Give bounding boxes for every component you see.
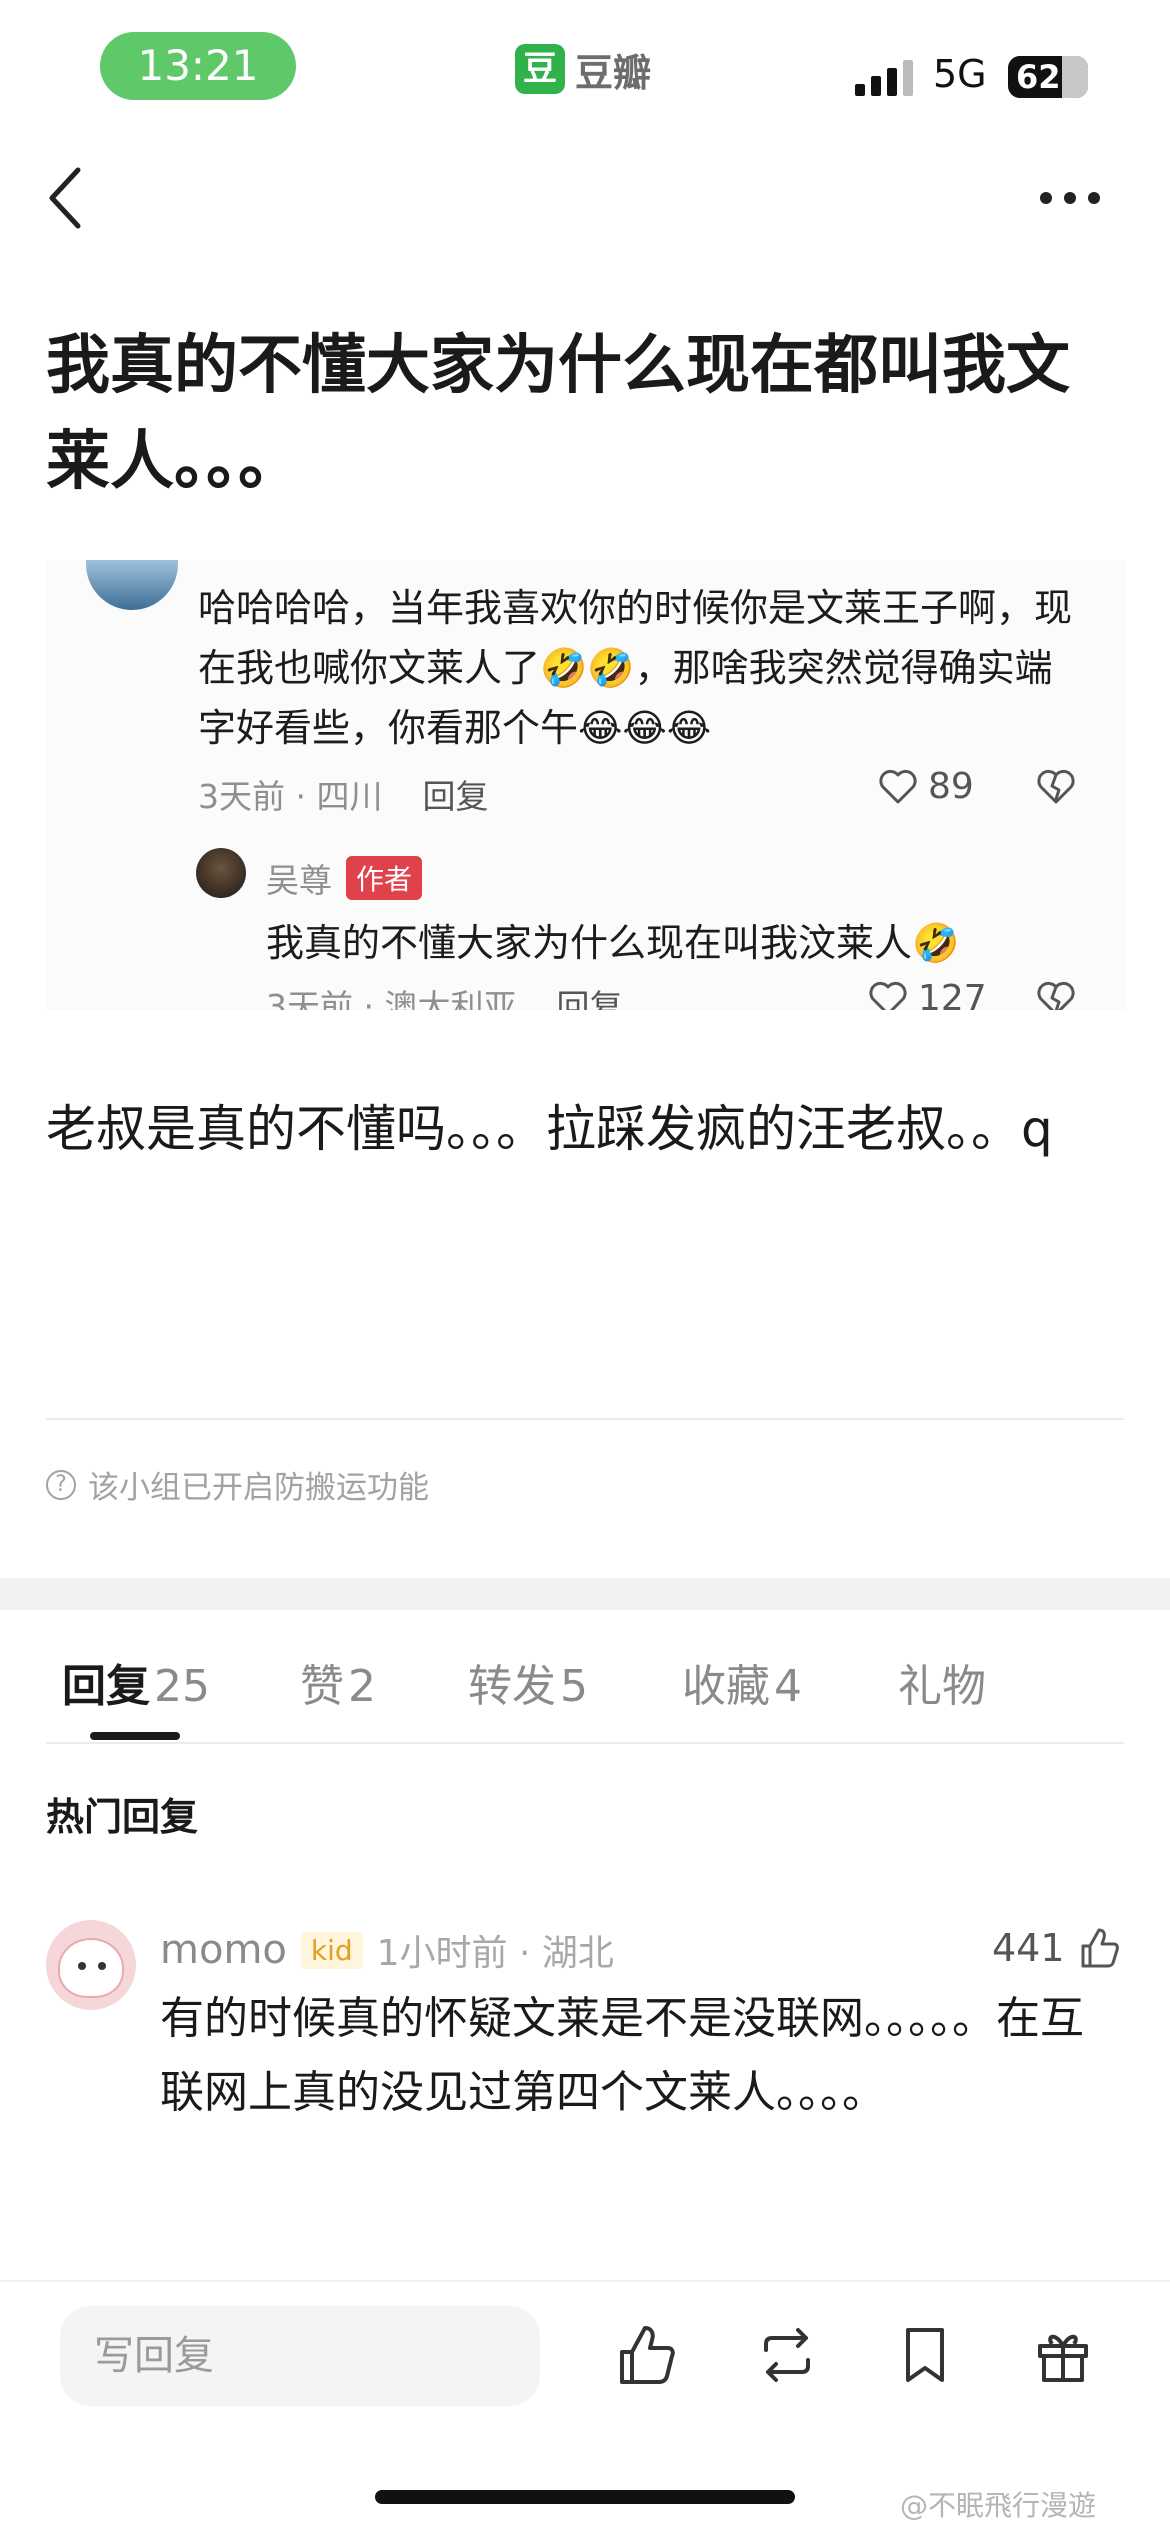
comment-item: momo kid 1小时前 · 湖北 441 有的时候真的怀疑文莱是不是没联网。…	[46, 1920, 1126, 2220]
section-separator	[0, 1578, 1170, 1610]
active-tab-indicator	[90, 1732, 180, 1740]
broken-heart-icon	[1037, 981, 1075, 1010]
embedded-reply-like-number: 127	[918, 978, 987, 1010]
battery-level: 62	[1016, 58, 1061, 96]
embedded-reply-like-count: 127	[868, 978, 987, 1010]
tab-count: 25	[154, 1661, 210, 1712]
post-title: 我真的不懂大家为什么现在都叫我文莱人。。。	[46, 329, 1070, 499]
anti-copy-text: 该小组已开启防搬运功能	[88, 1470, 429, 1506]
comment-like-button[interactable]: 441	[992, 1926, 1121, 1970]
gift-icon[interactable]	[1028, 2320, 1098, 2390]
tab-label: 回复	[62, 1661, 150, 1712]
tab-collections[interactable]: 收藏4	[682, 1650, 802, 1714]
anti-copy-notice: ? 该小组已开启防搬运功能	[46, 1462, 429, 1507]
back-button[interactable]	[40, 160, 100, 236]
hot-replies-heading: 热门回复	[46, 1795, 199, 1839]
embedded-reply-link: 回复	[556, 987, 623, 1010]
app-name: 豆瓣	[575, 50, 652, 95]
embedded-screenshot: 哈哈哈哈，当年我喜欢你的时候你是文莱王子啊，现在我也喊你文莱人了🤣🤣，那啥我突然…	[46, 560, 1126, 1010]
divider	[46, 1742, 1124, 1744]
comment-text: 有的时候真的怀疑文莱是不是没联网。。。。。在互联网上真的没见过第四个文莱人。。。…	[160, 1993, 1084, 2118]
commenter-avatar	[86, 560, 178, 610]
embedded-like-count: 89	[878, 766, 974, 807]
embedded-reply-link: 回复	[422, 777, 489, 816]
broken-heart-icon	[1037, 769, 1075, 804]
avatar-eye	[98, 1962, 106, 1970]
comment-header: momo kid 1小时前 · 湖北	[160, 1924, 614, 1976]
tab-reposts[interactable]: 转发5	[468, 1650, 588, 1714]
battery-icon: 62	[1008, 56, 1088, 98]
tab-likes[interactable]: 赞2	[300, 1650, 376, 1714]
like-button-icon[interactable]	[612, 2320, 682, 2390]
bookmark-icon[interactable]	[890, 2320, 960, 2390]
heart-icon	[879, 769, 917, 803]
bottom-bar-divider	[0, 2280, 1170, 2282]
author-name: 吴尊	[266, 861, 332, 900]
status-bar: 13:21 豆 豆瓣 5G 62	[0, 0, 1170, 140]
avatar-eye	[78, 1962, 86, 1970]
divider	[46, 1418, 1124, 1420]
signal-icon	[855, 60, 913, 96]
more-dot-icon	[1040, 192, 1052, 204]
user-badge: kid	[300, 1931, 363, 1969]
post-body: 老叔是真的不懂吗。。。拉踩发疯的汪老叔。。q	[46, 1100, 1053, 1158]
tab-count: 5	[560, 1661, 588, 1712]
avatar[interactable]	[46, 1920, 136, 2010]
embedded-comment-time: 3天前 · 四川	[198, 777, 383, 816]
embedded-comment-text: 哈哈哈哈，当年我喜欢你的时候你是文莱王子啊，现在我也喊你文莱人了🤣🤣，那啥我突然…	[198, 586, 1073, 750]
question-icon: ?	[46, 1469, 76, 1500]
embedded-author: 吴尊 作者	[266, 854, 423, 902]
avatar-face	[58, 1938, 124, 1998]
embedded-reply-time: 3天前 · 澳大利亚	[266, 987, 517, 1010]
network-type: 5G	[933, 52, 987, 96]
comment-like-count: 441	[992, 1926, 1065, 1970]
author-avatar	[196, 848, 246, 898]
tab-label: 收藏	[682, 1661, 770, 1712]
reply-input[interactable]	[60, 2306, 540, 2406]
tab-label: 转发	[468, 1661, 556, 1712]
tab-count: 2	[348, 1661, 376, 1712]
tab-replies[interactable]: 回复25	[62, 1650, 210, 1714]
status-time: 13:21	[100, 32, 296, 100]
tab-count: 4	[774, 1661, 802, 1712]
embedded-comment-meta: 3天前 · 四川 回复	[198, 770, 488, 818]
heart-icon	[869, 981, 907, 1010]
chevron-left-icon	[49, 167, 81, 229]
more-options-button[interactable]	[1040, 178, 1114, 218]
more-dot-icon	[1064, 192, 1076, 204]
repost-icon[interactable]	[752, 2320, 822, 2390]
tab-label: 赞	[300, 1661, 344, 1712]
embedded-reply-text: 我真的不懂大家为什么现在叫我汶莱人🤣	[266, 921, 960, 965]
tab-label: 礼物	[898, 1661, 986, 1712]
more-dot-icon	[1088, 192, 1100, 204]
comment-username[interactable]: momo	[160, 1927, 287, 1973]
douban-logo-icon: 豆	[515, 44, 565, 94]
thumbs-up-icon	[1081, 1928, 1119, 1968]
watermark: @不眠飛行漫遊	[900, 2489, 1097, 2522]
author-badge: 作者	[346, 856, 423, 900]
home-indicator[interactable]	[375, 2490, 795, 2504]
embedded-reply-meta: 3天前 · 澳大利亚 回复	[266, 980, 622, 1010]
comment-time-location: 1小时前 · 湖北	[376, 1933, 614, 1974]
tab-gifts[interactable]: 礼物	[898, 1650, 986, 1714]
app-indicator: 豆 豆瓣	[515, 43, 651, 95]
embedded-like-number: 89	[928, 766, 974, 807]
